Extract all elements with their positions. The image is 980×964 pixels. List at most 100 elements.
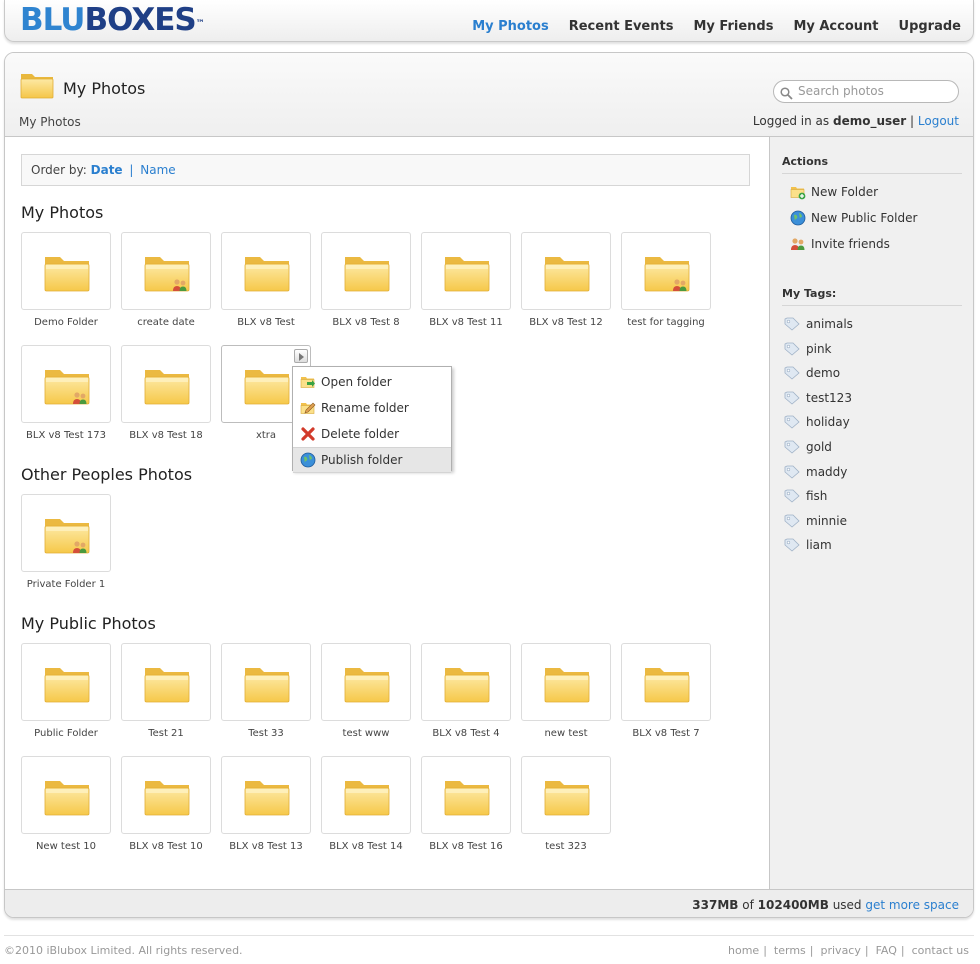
folder-name[interactable]: BLX v8 Test 11 [421,317,511,329]
tag-item[interactable]: fish [784,489,827,503]
order-date-link[interactable]: Date [91,163,123,177]
folder-tile[interactable]: BLX v8 Test 12 [521,232,611,329]
footer-contact-link[interactable]: contact us [912,944,969,957]
folder-tile[interactable]: BLX v8 Test 11 [421,232,511,329]
folder-thumbnail[interactable] [121,345,211,423]
folder-tile[interactable]: create date [121,232,211,329]
folder-name[interactable]: BLX v8 Test 8 [321,317,411,329]
folder-thumbnail[interactable] [221,756,311,834]
folder-name[interactable]: Test 21 [121,728,211,740]
folder-name[interactable]: new test [521,728,611,740]
folder-thumbnail[interactable] [421,756,511,834]
folder-thumbnail[interactable] [421,643,511,721]
menu-publish-folder[interactable]: Publish folder [293,447,451,473]
folder-thumbnail[interactable] [521,756,611,834]
search-icon[interactable] [780,85,793,104]
tag-item[interactable]: demo [784,366,840,380]
folder-name[interactable]: test for tagging [621,317,711,329]
folder-tile[interactable]: Test 21 [121,643,211,740]
folder-name[interactable]: New test 10 [21,841,111,853]
folder-tile[interactable]: BLX v8 Test 4 [421,643,511,740]
nav-my-photos[interactable]: My Photos [472,19,549,34]
folder-tile[interactable]: Public Folder [21,643,111,740]
folder-tile[interactable]: BLX v8 Test 10 [121,756,211,853]
footer-privacy-link[interactable]: privacy [821,944,861,957]
folder-tile[interactable]: new test [521,643,611,740]
folder-tile[interactable]: New test 10 [21,756,111,853]
folder-name[interactable]: BLX v8 Test 14 [321,841,411,853]
folder-thumbnail[interactable] [221,232,311,310]
folder-name[interactable]: test 323 [521,841,611,853]
folder-tile[interactable]: Private Folder 1 [21,494,111,591]
folder-tile[interactable]: BLX v8 Test 173 [21,345,111,442]
folder-tile[interactable]: BLX v8 Test [221,232,311,329]
folder-thumbnail[interactable] [521,643,611,721]
folder-thumbnail[interactable] [21,494,111,572]
get-more-space-link[interactable]: get more space [865,898,959,912]
folder-name[interactable]: BLX v8 Test 4 [421,728,511,740]
folder-thumbnail[interactable] [621,643,711,721]
order-name-link[interactable]: Name [140,163,175,177]
tag-item[interactable]: holiday [784,415,850,429]
folder-name[interactable]: BLX v8 Test 173 [21,430,111,442]
footer-home-link[interactable]: home [728,944,759,957]
folder-tile[interactable]: test 323 [521,756,611,853]
folder-tile[interactable]: BLX v8 Test 14 [321,756,411,853]
action-new-public-folder[interactable]: New Public Folder [790,210,917,226]
folder-name[interactable]: BLX v8 Test 12 [521,317,611,329]
folder-menu-arrow-icon[interactable] [294,349,308,363]
folder-thumbnail[interactable] [621,232,711,310]
action-new-folder[interactable]: New Folder [790,184,878,200]
folder-thumbnail[interactable] [121,643,211,721]
folder-name[interactable]: Demo Folder [21,317,111,329]
folder-thumbnail[interactable] [321,643,411,721]
folder-thumbnail[interactable] [221,643,311,721]
nav-my-friends[interactable]: My Friends [693,19,773,34]
folder-name[interactable]: Test 33 [221,728,311,740]
folder-name[interactable]: BLX v8 Test 7 [621,728,711,740]
tag-item[interactable]: gold [784,440,832,454]
tag-item[interactable]: maddy [784,465,847,479]
logo[interactable]: BLUBOXES™ [20,2,205,38]
breadcrumb[interactable]: My Photos [19,115,81,129]
menu-open-folder[interactable]: Open folder [293,369,451,395]
folder-thumbnail[interactable] [21,345,111,423]
folder-thumbnail[interactable] [321,232,411,310]
tag-item[interactable]: animals [784,317,853,331]
folder-tile[interactable]: BLX v8 Test 16 [421,756,511,853]
nav-my-account[interactable]: My Account [793,19,878,34]
folder-name[interactable]: BLX v8 Test 18 [121,430,211,442]
folder-tile[interactable]: BLX v8 Test 8 [321,232,411,329]
folder-thumbnail[interactable] [421,232,511,310]
action-invite-friends[interactable]: Invite friends [790,236,890,252]
folder-thumbnail[interactable] [21,643,111,721]
footer-terms-link[interactable]: terms [774,944,806,957]
tag-item[interactable]: pink [784,342,832,356]
folder-thumbnail[interactable] [521,232,611,310]
menu-rename-folder[interactable]: Rename folder [293,395,451,421]
footer-faq-link[interactable]: FAQ [876,944,897,957]
folder-tile[interactable]: Demo Folder [21,232,111,329]
logout-link[interactable]: Logout [918,114,959,128]
nav-upgrade[interactable]: Upgrade [899,19,961,34]
folder-thumbnail[interactable] [121,756,211,834]
folder-name[interactable]: test www [321,728,411,740]
folder-tile[interactable]: BLX v8 Test 7 [621,643,711,740]
menu-delete-folder[interactable]: Delete folder [293,421,451,447]
folder-tile[interactable]: test for tagging [621,232,711,329]
folder-name[interactable]: BLX v8 Test 13 [221,841,311,853]
folder-tile[interactable]: BLX v8 Test 13 [221,756,311,853]
folder-name[interactable]: BLX v8 Test [221,317,311,329]
search-input[interactable] [798,84,948,98]
folder-tile[interactable]: test www [321,643,411,740]
tag-item[interactable]: minnie [784,514,847,528]
folder-name[interactable]: Public Folder [21,728,111,740]
folder-thumbnail[interactable] [121,232,211,310]
folder-tile[interactable]: BLX v8 Test 18 [121,345,211,442]
folder-thumbnail[interactable] [21,756,111,834]
folder-name[interactable]: BLX v8 Test 10 [121,841,211,853]
folder-tile[interactable]: Test 33 [221,643,311,740]
folder-name[interactable]: BLX v8 Test 16 [421,841,511,853]
folder-thumbnail[interactable] [321,756,411,834]
nav-recent-events[interactable]: Recent Events [569,19,674,34]
